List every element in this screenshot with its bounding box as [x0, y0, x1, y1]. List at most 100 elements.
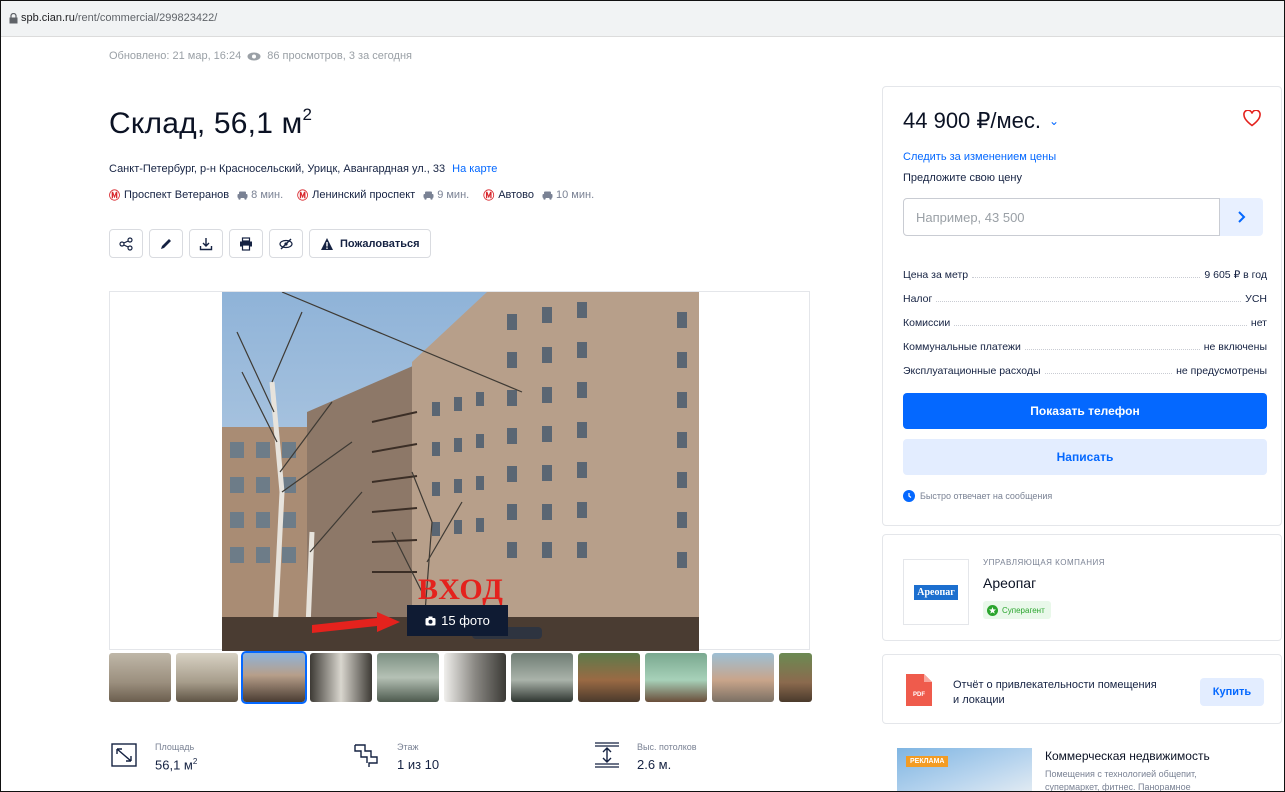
- thumbnail[interactable]: [779, 653, 812, 702]
- detail-label: Цена за метр: [903, 269, 973, 281]
- details-list: Цена за метр 9 605 ₽ в год Налог УСН Ком…: [903, 257, 1267, 377]
- share-button[interactable]: [109, 229, 143, 258]
- write-message-button[interactable]: Написать: [903, 439, 1267, 475]
- area-icon: [111, 743, 137, 767]
- edit-button[interactable]: [149, 229, 183, 258]
- offer-submit-button[interactable]: [1220, 198, 1263, 236]
- follow-price-link[interactable]: Следить за изменением цены: [903, 151, 1056, 163]
- company-logo[interactable]: Ареопаг: [903, 559, 969, 625]
- lock-icon: [9, 13, 18, 24]
- thumbnail[interactable]: [444, 653, 506, 702]
- spec-value-sup: 2: [192, 757, 198, 766]
- dotted-leader: [1024, 349, 1200, 350]
- report-label: Пожаловаться: [340, 237, 420, 250]
- detail-value: не предусмотрены: [1172, 365, 1267, 377]
- metro-icon: Ⓜ: [483, 190, 495, 202]
- thumbnail-strip: [109, 651, 812, 704]
- company-logo-text: Ареопаг: [914, 584, 958, 600]
- thumbnail[interactable]: [511, 653, 573, 702]
- listing-meta: Обновлено: 21 мар, 16:24 86 просмотров, …: [109, 50, 412, 62]
- photo-count-button[interactable]: 15 фото: [407, 605, 508, 636]
- updated-date: Обновлено: 21 мар, 16:24: [109, 50, 242, 62]
- detail-value: не включены: [1199, 341, 1267, 353]
- hide-button[interactable]: [269, 229, 303, 258]
- detail-value: 9 605 ₽ в год: [1200, 269, 1267, 281]
- spec-value: 1 из 10: [397, 757, 440, 772]
- price-value: 44 900 ₽/мес.: [903, 108, 1041, 133]
- buy-report-button[interactable]: Купить: [1200, 678, 1264, 706]
- heart-icon[interactable]: [1243, 110, 1261, 127]
- detail-row: Эксплуатационные расходы не предусмотрен…: [903, 353, 1267, 377]
- download-icon: [199, 237, 213, 250]
- print-button[interactable]: [229, 229, 263, 258]
- detail-row: Комиссии нет: [903, 305, 1267, 329]
- thumbnail-active[interactable]: [241, 651, 307, 704]
- detail-row: Налог УСН: [903, 281, 1267, 305]
- spec-label: Этаж: [397, 742, 419, 752]
- metro-time: 8 мин.: [237, 189, 283, 201]
- detail-label: Налог: [903, 293, 937, 305]
- company-card[interactable]: Ареопаг УПРАВЛЯЮЩАЯ КОМПАНИЯ Ареопаг Суп…: [882, 534, 1282, 641]
- car-icon: [423, 191, 434, 200]
- metro-list: Ⓜ Проспект Ветеранов 8 мин. Ⓜ Ленинский …: [109, 187, 594, 203]
- metro-time-text: 9 мин.: [437, 189, 470, 201]
- share-icon: [119, 236, 133, 251]
- thumbnail[interactable]: [109, 653, 171, 702]
- quick-reply-note: Быстро отвечает на сообщения: [903, 490, 1052, 502]
- camera-icon: [425, 616, 436, 625]
- main-photo[interactable]: ВХОД: [222, 292, 699, 651]
- price[interactable]: 44 900 ₽/мес. ⌄: [903, 108, 1059, 134]
- download-button[interactable]: [189, 229, 223, 258]
- title-sup: 2: [302, 105, 313, 124]
- metro-item[interactable]: Ⓜ Проспект Ветеранов 8 мин.: [109, 187, 283, 203]
- thumbnail[interactable]: [176, 653, 238, 702]
- warning-icon: [321, 237, 333, 250]
- detail-row: Цена за метр 9 605 ₽ в год: [903, 257, 1267, 281]
- report-card: PDF Отчёт о привлекательности помещения …: [882, 654, 1282, 724]
- action-toolbar: Пожаловаться: [109, 229, 431, 258]
- metro-item[interactable]: Ⓜ Ленинский проспект 9 мин.: [297, 187, 469, 203]
- map-link[interactable]: На карте: [452, 163, 497, 175]
- clock-icon: [903, 490, 915, 502]
- thumbnail[interactable]: [645, 653, 707, 702]
- dotted-leader: [972, 277, 1201, 278]
- url-path: /rent/commercial/299823422/: [74, 12, 218, 24]
- thumbnail[interactable]: [578, 653, 640, 702]
- browser-window: spb.cian.ru/rent/commercial/299823422/ О…: [0, 0, 1285, 792]
- report-button[interactable]: Пожаловаться: [309, 229, 431, 258]
- spec-value: 56,1 м2: [155, 757, 197, 772]
- pdf-label: PDF: [913, 692, 925, 698]
- metro-item[interactable]: Ⓜ Автово 10 мин.: [483, 187, 594, 203]
- dotted-leader: [1044, 373, 1173, 374]
- detail-value: нет: [1246, 317, 1267, 329]
- metro-time: 10 мин.: [542, 189, 594, 201]
- superagent-badge: Суперагент: [983, 601, 1051, 619]
- metro-time-text: 10 мин.: [556, 189, 595, 201]
- spec-label: Выс. потолков: [637, 742, 697, 752]
- company-name[interactable]: Ареопаг: [983, 575, 1036, 591]
- report-title: Отчёт о привлекательности помещения и ло…: [953, 679, 1157, 706]
- metro-icon: Ⓜ: [109, 190, 120, 202]
- spec-area: Площадь 56,1 м2: [109, 739, 197, 772]
- thumbnail[interactable]: [712, 653, 774, 702]
- page-title: Склад, 56,1 м2: [109, 105, 312, 141]
- ad-card[interactable]: РЕКЛАМА Коммерческая недвижимость Помеще…: [882, 736, 1282, 791]
- quick-reply-text: Быстро отвечает на сообщения: [920, 491, 1053, 501]
- star-badge-icon: [987, 604, 998, 616]
- url-text[interactable]: spb.cian.ru/rent/commercial/299823422/: [21, 12, 217, 24]
- photo-gallery[interactable]: ВХОД 15 фото: [109, 291, 810, 651]
- thumbnail[interactable]: [310, 653, 372, 702]
- detail-label: Коммунальные платежи: [903, 341, 1025, 353]
- url-host: spb.cian.ru: [21, 12, 75, 24]
- ad-title[interactable]: Коммерческая недвижимость: [1045, 749, 1210, 763]
- address-bar[interactable]: spb.cian.ru/rent/commercial/299823422/: [1, 1, 1284, 37]
- spec-label: Площадь: [155, 742, 195, 752]
- chevron-down-icon[interactable]: ⌄: [1049, 114, 1059, 128]
- ad-image[interactable]: РЕКЛАМА: [897, 748, 1032, 791]
- show-phone-button[interactable]: Показать телефон: [903, 393, 1267, 429]
- detail-value: УСН: [1241, 293, 1267, 305]
- stairs-icon: [354, 744, 378, 767]
- thumbnail[interactable]: [377, 653, 439, 702]
- offer-price-input[interactable]: [903, 198, 1220, 236]
- car-icon: [237, 191, 248, 200]
